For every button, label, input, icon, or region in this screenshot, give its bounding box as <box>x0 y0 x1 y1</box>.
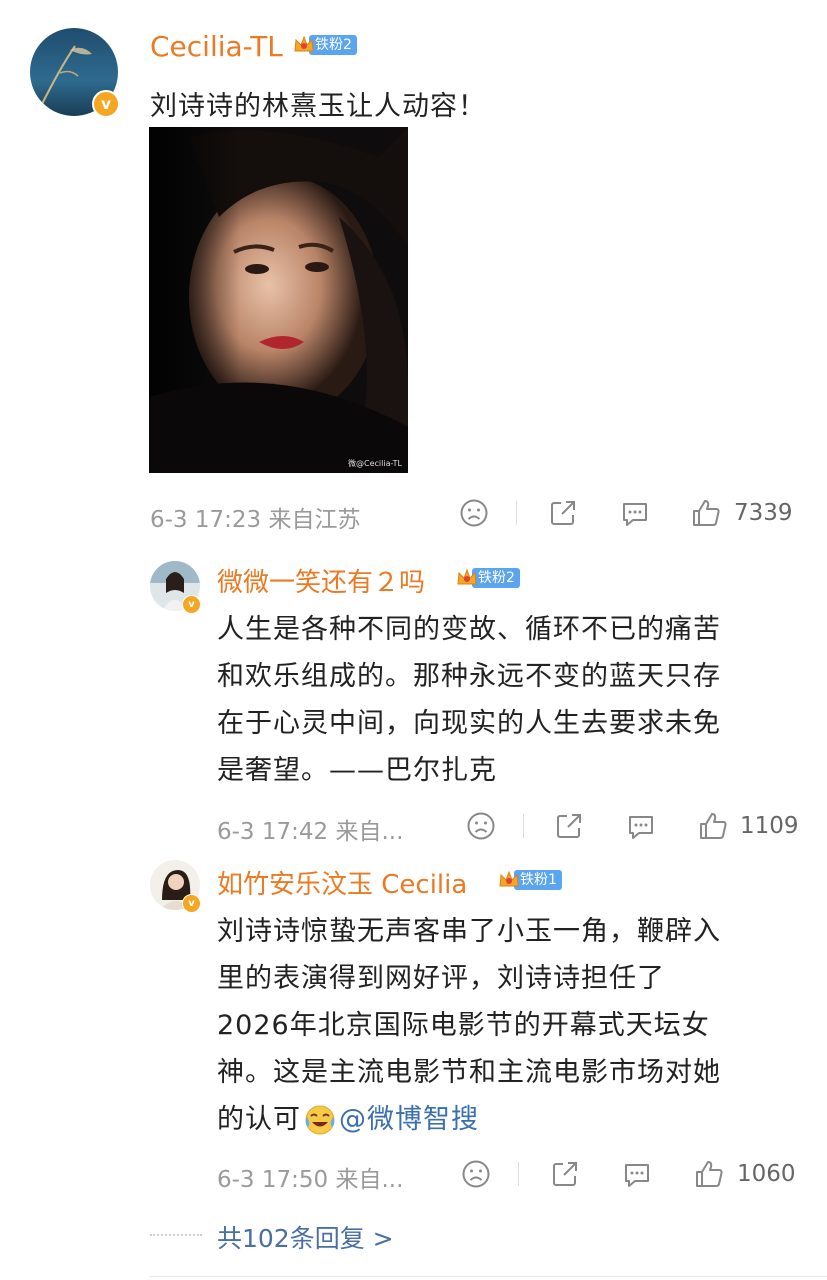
fan-badge: 铁粉2 <box>456 567 520 589</box>
action-divider <box>518 1162 519 1186</box>
reply-text-line: 2026年北京国际电影节的开幕式天坛女 <box>217 1010 710 1041</box>
crown-icon <box>498 869 520 891</box>
dislike-button[interactable] <box>466 811 496 841</box>
reply-meta: 6-3 17:50 来自... <box>217 1167 404 1193</box>
dislike-button[interactable] <box>459 498 489 528</box>
comment-button[interactable] <box>626 812 656 842</box>
crown-icon <box>456 567 478 589</box>
reply-text-line: 人生是各种不同的变故、循环不已的痛苦 <box>217 614 721 645</box>
reply-text-line: 和欢乐组成的。那种永远不变的蓝天只存 <box>217 661 721 692</box>
reply-text-line: 是奢望。——巴尔扎克 <box>217 755 497 786</box>
share-icon <box>551 501 575 525</box>
reply-meta: 6-3 17:42 来自... <box>217 819 404 845</box>
action-divider <box>516 501 517 525</box>
frown-icon <box>460 499 488 527</box>
crying-laughing-emoji <box>303 1103 337 1137</box>
image-watermark: 微@Cecilia-TL <box>348 459 402 468</box>
reply-author-name[interactable]: 如竹安乐汶玉 Cecilia <box>217 864 467 901</box>
reply-text-line: 刘诗诗惊蛰无声客串了小玉一角，鞭辟入 <box>217 916 721 947</box>
mention-link[interactable]: @微博智搜 <box>339 1096 479 1143</box>
comment-button[interactable] <box>620 499 650 529</box>
like-count: 7339 <box>734 500 793 526</box>
post-meta: 6-3 17:23 来自江苏 <box>150 507 361 533</box>
like-button[interactable] <box>690 497 722 529</box>
reply-author-name[interactable]: 微微一笑还有２吗 <box>217 562 425 599</box>
like-button[interactable] <box>693 1158 725 1190</box>
share-icon <box>557 814 581 838</box>
reply-text: 刘诗诗惊蛰无声客串了小玉一角，鞭辟入 里的表演得到网好评，刘诗诗担任了 2026… <box>217 908 817 1143</box>
repost-button[interactable] <box>554 811 584 841</box>
comment-icon <box>623 503 647 526</box>
post-text: 刘诗诗的林熹玉让人动容！ <box>150 91 486 122</box>
reply-text-line: 里的表演得到网好评，刘诗诗担任了 <box>217 963 665 994</box>
reply-text-line: 神。这是主流电影节和主流电影市场对她 <box>217 1057 721 1088</box>
bottom-divider <box>150 1276 827 1277</box>
author-name[interactable]: Cecilia-TL <box>150 30 283 63</box>
comment-icon <box>629 816 653 839</box>
thumbs-up-icon <box>693 500 720 526</box>
fan-badge: 铁粉2 <box>293 34 357 56</box>
frown-icon <box>462 1160 490 1188</box>
reply-text-fragment: 的认可 <box>217 1104 301 1135</box>
comment-icon <box>625 1164 649 1187</box>
verified-badge: v <box>182 595 201 614</box>
like-count: 1109 <box>740 813 799 839</box>
share-icon <box>553 1162 577 1186</box>
fan-level-label: 铁粉2 <box>309 35 357 55</box>
crown-icon <box>293 34 315 56</box>
verified-badge: v <box>92 90 120 118</box>
fan-badge: 铁粉1 <box>498 869 562 891</box>
reply-text-line: 在于心灵中间，向现实的人生去要求未免 <box>217 708 721 739</box>
action-divider <box>523 814 524 838</box>
like-count: 1060 <box>737 1161 796 1187</box>
frown-icon <box>467 812 495 840</box>
dislike-button[interactable] <box>461 1159 491 1189</box>
fan-level-label: 铁粉2 <box>472 568 520 588</box>
more-replies-divider <box>150 1234 202 1236</box>
repost-button[interactable] <box>548 498 578 528</box>
thumbs-up-icon <box>696 1161 723 1187</box>
fan-level-label: 铁粉1 <box>514 870 562 890</box>
like-button[interactable] <box>697 810 729 842</box>
repost-button[interactable] <box>550 1159 580 1189</box>
more-replies-link[interactable]: 共102条回复 > <box>217 1219 394 1255</box>
verified-badge: v <box>182 894 201 913</box>
thumbs-up-icon <box>700 813 727 839</box>
reply-text: 人生是各种不同的变故、循环不已的痛苦 和欢乐组成的。那种永远不变的蓝天只存 在于… <box>217 606 817 794</box>
comment-button[interactable] <box>622 1160 652 1190</box>
post-image[interactable]: 微@Cecilia-TL <box>149 127 408 473</box>
reply-text-last-line: 的认可 @微博智搜 <box>217 1096 817 1143</box>
